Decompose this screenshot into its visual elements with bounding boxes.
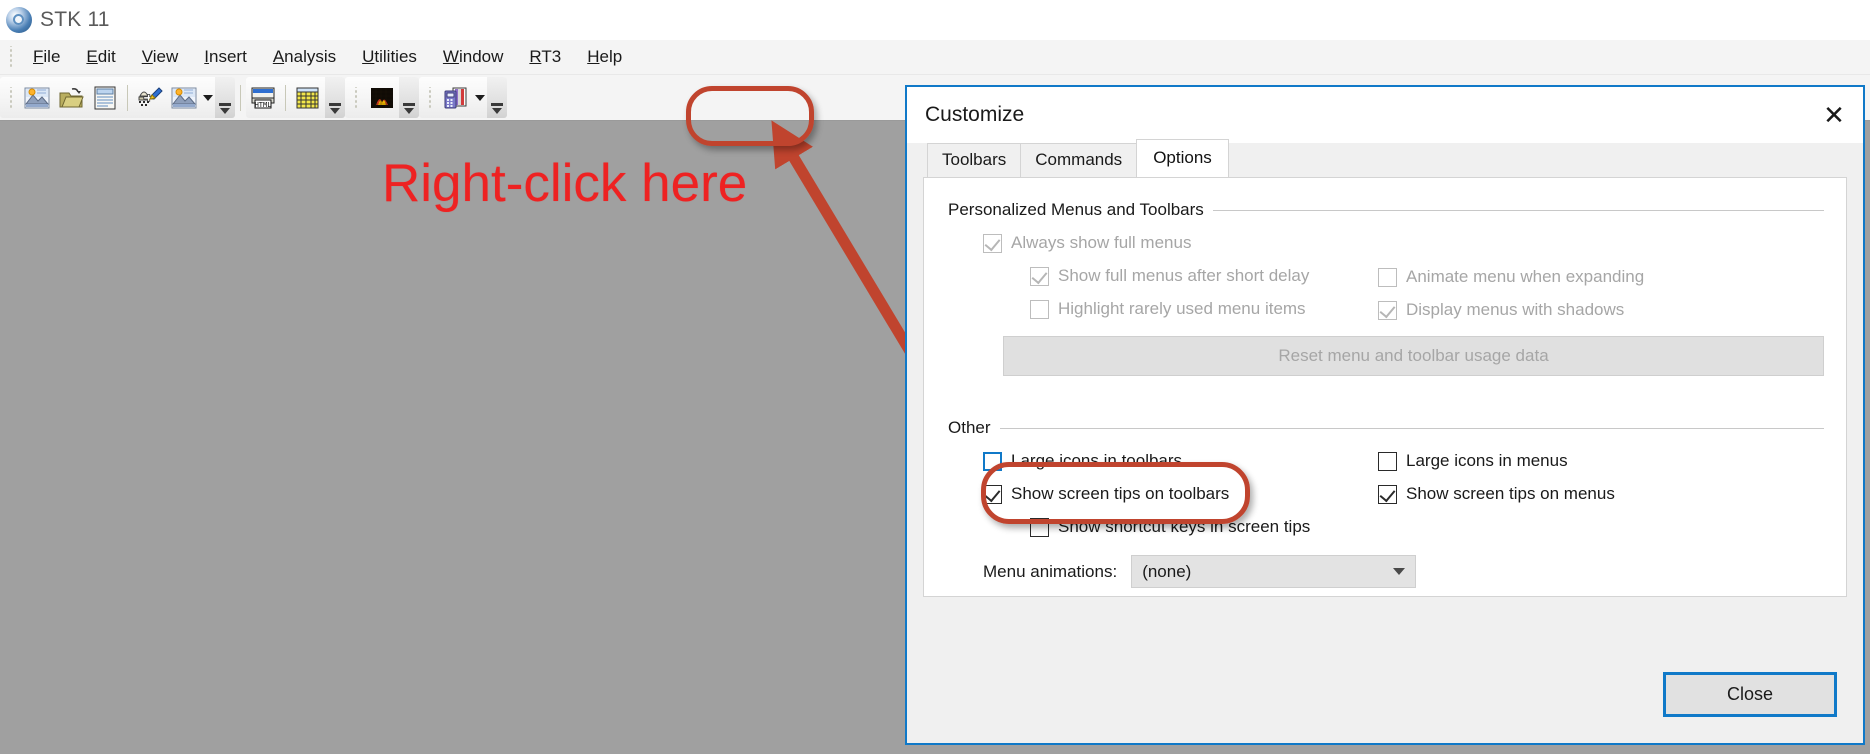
insert-object-icon[interactable] xyxy=(133,81,167,115)
menu-help[interactable]: Help xyxy=(574,44,635,70)
menu-window[interactable]: Window xyxy=(430,44,516,70)
object-catalog-icon[interactable] xyxy=(439,81,473,115)
app-titlebar: STK 11 xyxy=(0,0,1870,40)
toolbar-group-reports: HTML xyxy=(246,77,345,118)
customize-dialog: Customize ✕ Toolbars Commands Options Pe… xyxy=(905,85,1865,745)
analysis-workbench-icon[interactable] xyxy=(365,81,399,115)
group-personalized-menus-label: Personalized Menus and Toolbars xyxy=(948,200,1204,219)
toolbar-separator xyxy=(127,84,128,111)
menu-analysis[interactable]: Analysis xyxy=(260,44,349,70)
group-other-legend: Other xyxy=(948,418,1824,438)
toolbar-overflow-catalog[interactable] xyxy=(487,77,507,118)
html-report-icon[interactable]: HTML xyxy=(246,81,280,115)
group-personalized-menus: Personalized Menus and Toolbars Always s… xyxy=(948,200,1824,376)
dialog-footer: Close xyxy=(907,645,1863,743)
menu-animations-value: (none) xyxy=(1142,561,1192,581)
checkbox-show-screen-tips-on-menus[interactable] xyxy=(1378,484,1397,504)
checkbox-label-large-icons-in-menus: Large icons in menus xyxy=(1406,451,1568,470)
object-catalog-dropdown-icon[interactable] xyxy=(473,81,487,115)
checkbox-row-highlight-rarely-used[interactable]: Highlight rarely used menu items xyxy=(1030,299,1378,319)
menu-file[interactable]: File xyxy=(20,44,73,70)
group-divider xyxy=(999,427,1824,429)
options-tab-panel: Personalized Menus and Toolbars Always s… xyxy=(923,177,1847,597)
chevron-down-icon xyxy=(1393,568,1406,575)
checkbox-label-display-menus-with-shadows: Display menus with shadows xyxy=(1406,300,1625,319)
checkbox-show-full-menus-after-short-delay[interactable] xyxy=(1030,266,1049,286)
app-title: STK 11 xyxy=(40,8,110,31)
tab-options[interactable]: Options xyxy=(1136,139,1229,177)
checkbox-animate-menu-when-expanding[interactable] xyxy=(1378,267,1397,287)
checkbox-label-show-full-menus-after-short-delay: Show full menus after short delay xyxy=(1058,266,1310,285)
data-grid-icon[interactable] xyxy=(291,81,325,115)
menu-animations-row: Menu animations: (none) xyxy=(983,555,1824,588)
toolbar-overflow-reports[interactable] xyxy=(325,77,345,118)
dialog-tabstrip: Toolbars Commands Options xyxy=(927,139,1847,177)
app-window: STK 11 File Edit View Insert Analysis Ut… xyxy=(0,0,1870,754)
menu-animations-select[interactable]: (none) xyxy=(1131,555,1417,588)
checkbox-row-show-full-menus-delay[interactable]: Show full menus after short delay xyxy=(1030,266,1378,286)
checkbox-row-animate-menu[interactable]: Animate menu when expanding xyxy=(1378,267,1778,287)
close-icon[interactable]: ✕ xyxy=(1805,88,1863,142)
stk-logo-icon xyxy=(6,7,32,33)
toolbar-overflow-analysis[interactable] xyxy=(399,77,419,118)
checkbox-row-display-menus-shadows[interactable]: Display menus with shadows xyxy=(1378,300,1778,320)
reset-menu-toolbar-usage-button[interactable]: Reset menu and toolbar usage data xyxy=(1003,336,1824,376)
toolbar-grip-analysis[interactable] xyxy=(351,86,361,109)
save-scenario-icon[interactable] xyxy=(88,81,122,115)
checkbox-label-highlight-rarely-used-menu-items: Highlight rarely used menu items xyxy=(1058,299,1306,318)
toolbar-grip-standard[interactable] xyxy=(6,86,16,109)
new-scenario-icon[interactable] xyxy=(20,81,54,115)
toolbar-grip-catalog[interactable] xyxy=(425,86,435,109)
svg-text:HTML: HTML xyxy=(255,101,272,109)
group-personalized-menus-legend: Personalized Menus and Toolbars xyxy=(948,200,1824,220)
new-3d-window-icon[interactable] xyxy=(167,81,201,115)
new-3d-window-dropdown-icon[interactable] xyxy=(201,81,215,115)
toolbar-group-standard xyxy=(0,77,235,118)
open-scenario-icon[interactable] xyxy=(54,81,88,115)
checkbox-label-always-show-full-menus: Always show full menus xyxy=(1011,233,1192,252)
checkbox-row-show-screen-tips-menus[interactable]: Show screen tips on menus xyxy=(1378,484,1778,504)
menu-view[interactable]: View xyxy=(129,44,192,70)
toolbar-separator xyxy=(285,84,286,111)
menubar: File Edit View Insert Analysis Utilities… xyxy=(0,40,1870,75)
checkbox-always-show-full-menus[interactable] xyxy=(983,233,1002,253)
menubar-grip[interactable] xyxy=(6,46,16,68)
group-other-label: Other xyxy=(948,418,991,437)
menu-insert[interactable]: Insert xyxy=(191,44,260,70)
checkbox-label-show-screen-tips-on-menus: Show screen tips on menus xyxy=(1406,484,1615,503)
menu-edit[interactable]: Edit xyxy=(73,44,128,70)
toolbar-group-analysis xyxy=(345,77,419,118)
dialog-titlebar: Customize ✕ xyxy=(907,87,1863,143)
checkbox-display-menus-with-shadows[interactable] xyxy=(1378,300,1397,320)
dialog-body: Toolbars Commands Options Personalized M… xyxy=(923,139,1847,623)
checkbox-row-large-icons-menus[interactable]: Large icons in menus xyxy=(1378,451,1778,471)
checkbox-highlight-rarely-used-menu-items[interactable] xyxy=(1030,299,1049,319)
toolbar-separator xyxy=(240,84,241,111)
toolbar-group-catalog xyxy=(419,77,507,118)
checkbox-row-always-show-full-menus[interactable]: Always show full menus xyxy=(983,233,1378,253)
menu-rt3[interactable]: RT3 xyxy=(516,44,574,70)
checkbox-large-icons-in-menus[interactable] xyxy=(1378,451,1397,471)
tab-toolbars[interactable]: Toolbars xyxy=(927,143,1022,177)
menu-animations-label: Menu animations: xyxy=(983,561,1118,581)
tab-commands[interactable]: Commands xyxy=(1020,143,1138,177)
toolbar-overflow-standard[interactable] xyxy=(215,77,235,118)
menu-utilities[interactable]: Utilities xyxy=(349,44,430,70)
close-button[interactable]: Close xyxy=(1663,671,1837,717)
large-icons-in-toolbars-highlight xyxy=(981,462,1250,524)
checkbox-label-animate-menu-when-expanding: Animate menu when expanding xyxy=(1406,267,1645,286)
dialog-title: Customize xyxy=(925,103,1025,126)
group-divider xyxy=(1212,209,1824,211)
